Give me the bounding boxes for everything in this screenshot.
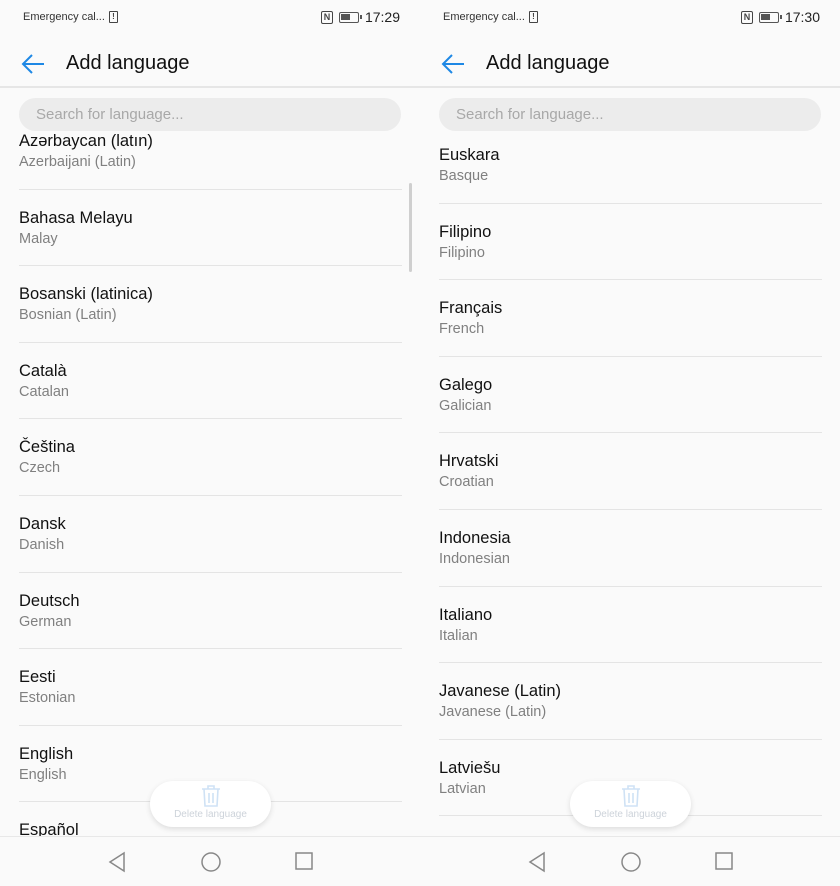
language-item[interactable]: Čeština Czech — [19, 419, 402, 496]
clock: 17:30 — [784, 9, 820, 25]
language-name: Indonesia — [439, 528, 511, 547]
language-name: Hrvatski — [439, 452, 499, 471]
language-item[interactable]: Filipino Filipino — [439, 204, 822, 281]
language-item[interactable]: Dansk Danish — [19, 496, 402, 573]
language-item[interactable]: Català Catalan — [19, 343, 402, 420]
language-english-name: Italian — [439, 627, 478, 644]
nav-back-icon[interactable] — [527, 851, 547, 873]
language-item[interactable]: Italiano Italian — [439, 587, 822, 664]
language-name: Italiano — [439, 605, 493, 624]
language-name: Čeština — [19, 438, 75, 457]
language-english-name: Javanese (Latin) — [439, 704, 547, 721]
sim-alert-icon: ! — [528, 11, 538, 23]
language-english-name: Basque — [439, 168, 489, 184]
language-item[interactable]: Euskara Basque — [439, 131, 822, 204]
back-arrow-icon[interactable] — [20, 52, 46, 76]
language-item[interactable]: Javanese (Latin) Javanese (Latin) — [439, 663, 822, 740]
language-item[interactable]: Galego Galician — [439, 357, 822, 434]
language-english-name: Estonian — [19, 690, 76, 707]
language-name: Bosanski (latinica) — [19, 285, 153, 304]
navigation-bar — [0, 836, 420, 886]
language-english-name: Indonesian — [439, 550, 510, 567]
language-item[interactable]: Bahasa Melayu Malay — [19, 190, 402, 267]
search-input[interactable]: Search for language... — [19, 98, 401, 131]
language-english-name: Malay — [19, 230, 58, 247]
page-title: Add language — [486, 52, 610, 74]
sim-alert-icon: ! — [108, 11, 118, 23]
delete-language-label: Delete language — [174, 809, 247, 820]
battery-icon — [338, 11, 362, 23]
language-item[interactable]: Français French — [439, 280, 822, 357]
status-bar: Emergency cal...! N 17:30 — [420, 0, 840, 36]
language-english-name: Galician — [439, 397, 492, 414]
delete-language-label: Delete language — [594, 809, 667, 820]
language-english-name: German — [19, 613, 72, 630]
language-english-name: Catalan — [19, 383, 69, 400]
language-name: Français — [439, 299, 503, 318]
nav-home-icon[interactable] — [620, 851, 642, 873]
delete-language-button[interactable]: Delete language — [570, 781, 691, 827]
phone-screen: Emergency cal...! N 17:30 Add language Se… — [420, 0, 840, 886]
app-bar: Add language — [420, 40, 840, 88]
phone-screen: Emergency cal...! N 17:29 Add language Se… — [0, 0, 420, 886]
language-english-name: Czech — [19, 460, 61, 477]
nav-home-icon[interactable] — [200, 851, 222, 873]
language-item[interactable]: Bosanski (latinica) Bosnian (Latin) — [19, 266, 402, 343]
language-item[interactable]: Azərbaycan (latın) Azerbaijani (Latin) — [19, 131, 402, 190]
language-name: Català — [19, 361, 67, 380]
back-arrow-icon[interactable] — [440, 52, 466, 76]
language-name: Euskara — [439, 146, 500, 164]
language-english-name: English — [19, 766, 67, 783]
trash-icon — [621, 785, 640, 807]
carrier-text: Emergency cal... — [443, 11, 525, 23]
carrier-text: Emergency cal... — [23, 11, 105, 23]
language-name: English — [19, 744, 74, 763]
language-name: Filipino — [439, 222, 492, 241]
language-name: Latviešu — [439, 758, 501, 777]
navigation-bar — [420, 836, 840, 886]
language-name: Javanese (Latin) — [439, 682, 561, 701]
language-item[interactable]: Hrvatski Croatian — [439, 433, 822, 510]
nav-recents-icon[interactable] — [714, 851, 734, 871]
language-english-name: Latvian — [439, 780, 486, 797]
search-placeholder: Search for language... — [36, 106, 184, 123]
language-english-name: Bosnian (Latin) — [19, 307, 117, 324]
delete-language-button[interactable]: Delete language — [150, 781, 271, 827]
search-placeholder: Search for language... — [456, 106, 604, 123]
page-title: Add language — [66, 52, 190, 74]
language-list: Euskara Basque Filipino Filipino Français Fre… — [420, 131, 840, 836]
search-input[interactable]: Search for language... — [439, 98, 821, 131]
nav-back-icon[interactable] — [107, 851, 127, 873]
clock: 17:29 — [364, 9, 400, 25]
language-item[interactable]: Indonesia Indonesian — [439, 510, 822, 587]
language-name: Eesti — [19, 668, 56, 687]
language-english-name: Azerbaijani (Latin) — [19, 154, 136, 170]
nfc-icon: N — [320, 10, 333, 24]
trash-icon — [201, 785, 220, 807]
language-name: Bahasa Melayu — [19, 208, 133, 227]
language-english-name: Danish — [19, 536, 65, 553]
app-bar: Add language — [0, 40, 420, 88]
battery-icon — [758, 11, 782, 23]
language-name: Deutsch — [19, 591, 80, 610]
language-name: Azərbaycan (latın) — [19, 132, 153, 150]
nav-recents-icon[interactable] — [294, 851, 314, 871]
language-name: Galego — [439, 375, 493, 394]
language-list: Azərbaycan (latın) Azerbaijani (Latin) Bah… — [0, 131, 420, 836]
language-item[interactable]: Eesti Estonian — [19, 649, 402, 726]
language-english-name: Filipino — [439, 244, 485, 261]
language-name: Dansk — [19, 514, 66, 533]
language-item[interactable]: Deutsch German — [19, 573, 402, 650]
language-english-name: French — [439, 321, 485, 338]
language-english-name: Croatian — [439, 474, 494, 491]
status-bar: Emergency cal...! N 17:29 — [0, 0, 420, 36]
nfc-icon: N — [740, 10, 753, 24]
scrollbar[interactable] — [409, 183, 412, 272]
language-name: Español — [19, 821, 79, 836]
